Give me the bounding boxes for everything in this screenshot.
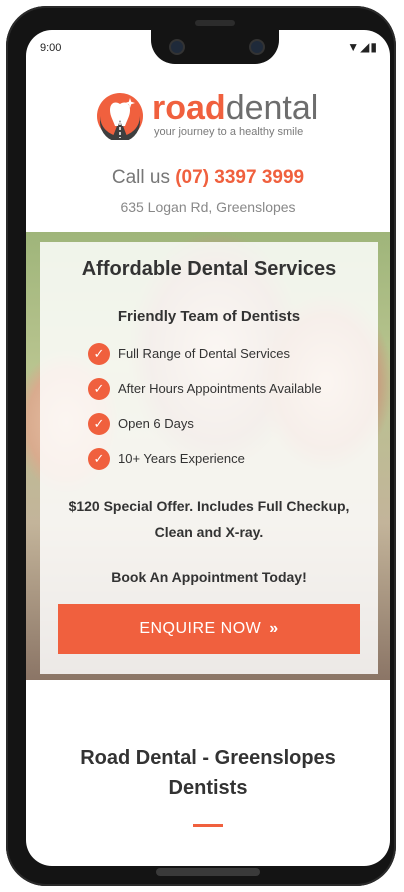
check-circle-icon: ✓ bbox=[88, 378, 110, 400]
check-circle-icon: ✓ bbox=[88, 413, 110, 435]
phone-link[interactable]: (07) 3397 3999 bbox=[175, 167, 304, 188]
feature-list: ✓ Full Range of Dental Services ✓ After Ho… bbox=[88, 342, 322, 482]
brand-name: roaddental bbox=[152, 88, 318, 128]
enquire-now-label: ENQUIRE NOW bbox=[139, 620, 262, 637]
phone-frame: 9:00 ▼◢▮ roaddental your journey to a he… bbox=[6, 6, 396, 886]
site-logo[interactable]: roaddental your journey to a healthy smi… bbox=[96, 88, 346, 142]
home-indicator[interactable] bbox=[156, 868, 260, 876]
section-title: Road Dental - Greenslopes Dentists bbox=[80, 747, 336, 799]
check-circle-icon: ✓ bbox=[88, 448, 110, 470]
call-line: Call us (07) 3397 3999 bbox=[26, 167, 390, 189]
feature-item: ✓ After Hours Appointments Available bbox=[88, 377, 322, 412]
section-divider bbox=[193, 824, 223, 827]
special-offer-text: $120 Special Offer. Includes Full Checku… bbox=[68, 498, 350, 540]
hero-title: Affordable Dental Services bbox=[81, 258, 337, 280]
speaker-grille bbox=[195, 20, 235, 26]
brand-dental: dental bbox=[225, 89, 319, 127]
brand-road: road bbox=[152, 89, 226, 127]
feature-item: ✓ Full Range of Dental Services bbox=[88, 342, 322, 377]
feature-label: Open 6 Days bbox=[118, 416, 194, 431]
hero-subtitle: Friendly Team of Dentists bbox=[117, 308, 301, 325]
feature-label: 10+ Years Experience bbox=[118, 451, 245, 466]
hero-card: Affordable Dental Services Friendly Team… bbox=[40, 242, 378, 674]
phone-notch bbox=[151, 12, 279, 64]
front-sensor bbox=[249, 39, 265, 55]
front-camera bbox=[169, 39, 185, 55]
status-time: 9:00 bbox=[40, 42, 62, 54]
screen: 9:00 ▼◢▮ roaddental your journey to a he… bbox=[26, 30, 390, 866]
tooth-road-logo-icon bbox=[97, 93, 143, 140]
double-chevron-right-icon: » bbox=[269, 620, 279, 637]
address: 635 Logan Rd, Greenslopes bbox=[120, 199, 296, 215]
call-prefix: Call us bbox=[111, 167, 170, 188]
status-icons: ▼◢▮ bbox=[347, 40, 378, 54]
book-appointment-text: Book An Appointment Today! bbox=[111, 569, 307, 585]
feature-item: ✓ 10+ Years Experience bbox=[88, 447, 322, 482]
feature-label: Full Range of Dental Services bbox=[118, 346, 290, 361]
enquire-now-button[interactable]: ENQUIRE NOW » bbox=[58, 604, 360, 654]
check-circle-icon: ✓ bbox=[88, 343, 110, 365]
feature-label: After Hours Appointments Available bbox=[118, 381, 322, 396]
hero-banner: Affordable Dental Services Friendly Team… bbox=[26, 232, 390, 680]
brand-tagline: your journey to a healthy smile bbox=[154, 126, 304, 138]
feature-item: ✓ Open 6 Days bbox=[88, 412, 322, 447]
